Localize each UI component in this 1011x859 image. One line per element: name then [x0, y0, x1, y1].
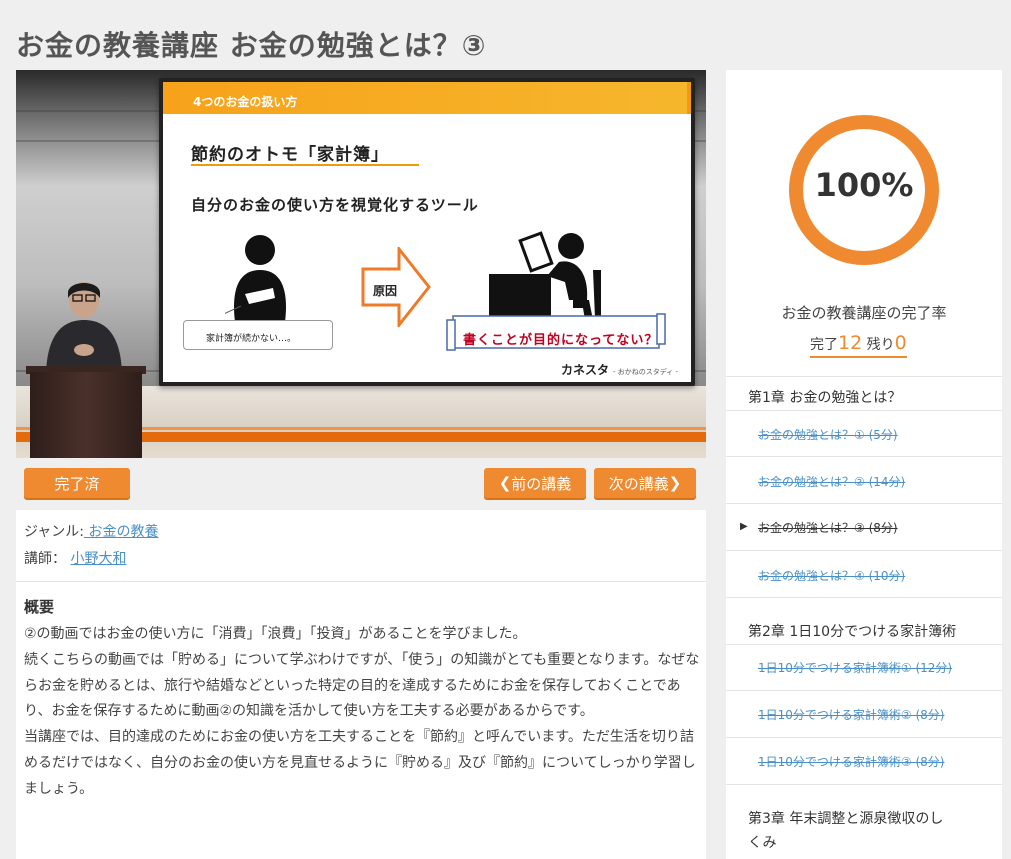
- lesson-link[interactable]: 1日10分でつける家計簿術③ (8分): [758, 753, 944, 770]
- presentation-screen: 4つのお金の扱い方 節約のオトモ「家計簿」 自分のお金の使い方を視覚化するツール…: [159, 78, 695, 386]
- slide: 4つのお金の扱い方 節約のオトモ「家計簿」 自分のお金の使い方を視覚化するツール…: [163, 82, 691, 382]
- video-player[interactable]: 4つのお金の扱い方 節約のオトモ「家計簿」 自分のお金の使い方を視覚化するツール…: [16, 70, 706, 458]
- lecture-info-panel: ジャンル: お金の教養 講師： 小野大和 概要 ②の動画ではお金の使い方に「消費…: [16, 510, 706, 859]
- arrow-label: 原因: [373, 284, 398, 298]
- page-title: お金の教養講座 お金の勉強とは？③: [16, 29, 487, 62]
- slide-subtitle: 自分のお金の使い方を視覚化するツール: [191, 196, 479, 214]
- teacher-link[interactable]: 小野大和: [70, 551, 126, 567]
- genre-link[interactable]: お金の教養: [84, 524, 158, 540]
- lesson-link[interactable]: お金の勉強とは？① (5分): [758, 426, 898, 443]
- teacher-row: 講師： 小野大和: [24, 548, 126, 568]
- genre-label: ジャンル:: [24, 524, 85, 540]
- lesson-link[interactable]: お金の勉強とは？④ (10分): [758, 567, 905, 584]
- lesson-link[interactable]: 1日10分でつける家計簿術① (12分): [758, 659, 952, 676]
- chevron-right-icon: ❯: [668, 474, 682, 492]
- next-lecture-label: 次の講義: [608, 474, 669, 493]
- teacher-label: 講師：: [24, 551, 66, 567]
- remain-count: 0: [894, 332, 907, 354]
- lesson-link[interactable]: 1日10分でつける家計簿術② (8分): [758, 706, 944, 723]
- done-count: 12: [838, 332, 863, 354]
- previous-lecture-button[interactable]: ❮ 前の講義: [484, 468, 586, 498]
- presenter-figure: [46, 282, 122, 378]
- course-sidebar: 100% お金の教養講座の完了率 完了12 残り0 第1章 お金の勉強とは？ お…: [726, 70, 1002, 859]
- current-lesson-marker-icon: ▶: [740, 521, 748, 532]
- slide-header: 4つのお金の扱い方: [163, 82, 691, 114]
- summary-body: ②の動画ではお金の使い方に「消費」「浪費」「投資」があることを学びました。 続く…: [24, 626, 700, 797]
- completion-count: 完了12 残り0: [810, 332, 907, 358]
- person-icon: [225, 235, 286, 322]
- next-lecture-button[interactable]: 次の講義 ❯: [594, 468, 696, 498]
- current-lesson[interactable]: お金の勉強とは？③ (8分): [758, 519, 898, 536]
- progress-percent: 100%: [814, 166, 914, 204]
- chapter-1-title: 第1章 お金の勉強とは？: [748, 390, 902, 406]
- chapter-2-title: 第2章 1日10分でつける家計簿術: [748, 624, 957, 640]
- completed-button[interactable]: 完了済: [24, 468, 130, 498]
- lesson-link[interactable]: お金の勉強とは？② (14分): [758, 473, 905, 490]
- slide-title: 節約のオトモ「家計簿」: [191, 145, 389, 165]
- completion-rate-label: お金の教養講座の完了率: [781, 304, 947, 322]
- previous-lecture-label: 前の講義: [511, 474, 572, 493]
- speech-callout: 家計簿が続かない…。: [183, 320, 333, 350]
- brand-logo: カネスタ - おかねのスタディ -: [561, 363, 679, 377]
- scroll-banner-text: 書くことが目的になってない？: [463, 333, 659, 348]
- genre-row: ジャンル: お金の教養: [24, 521, 158, 541]
- chevron-left-icon: ❮: [498, 474, 512, 492]
- chapter-3-title: 第3章 年末調整と源泉徴収のし くみ: [748, 811, 944, 851]
- writing-person-icon: [489, 231, 601, 320]
- summary-title: 概要: [24, 598, 55, 616]
- podium: [30, 372, 142, 458]
